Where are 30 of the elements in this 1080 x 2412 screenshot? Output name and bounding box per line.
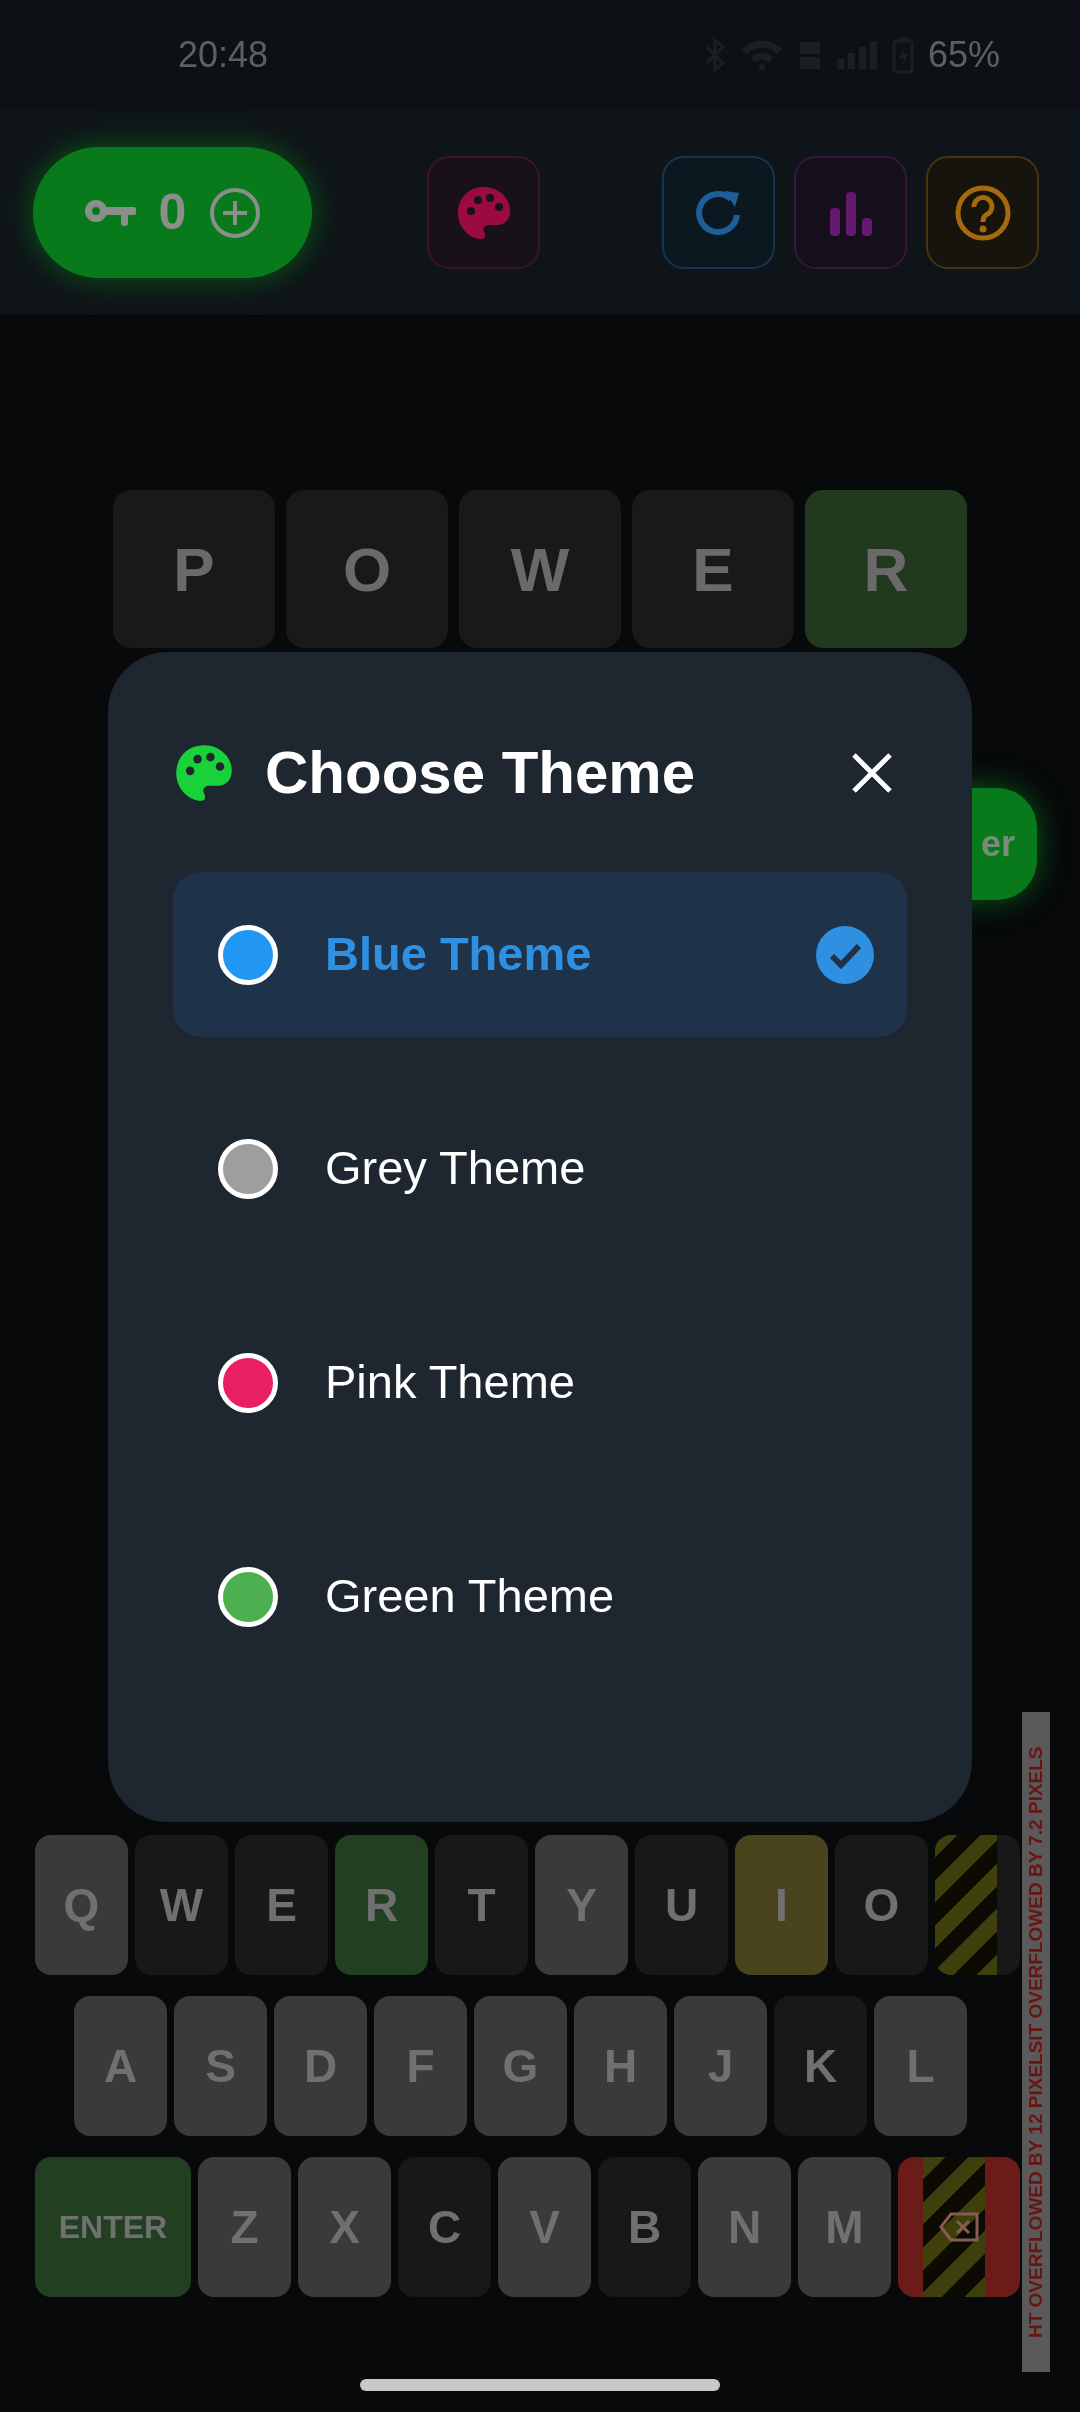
letter-tile: W [459, 490, 621, 648]
letter-tile: O [286, 490, 448, 648]
theme-option[interactable]: Green Theme [173, 1514, 907, 1679]
keys-counter-button[interactable]: 0 [33, 147, 312, 278]
keyboard-key[interactable]: O [835, 1835, 928, 1975]
letter-tile: R [805, 490, 967, 648]
battery-percent: 65% [927, 33, 1000, 77]
keyboard-key[interactable]: R [335, 1835, 428, 1975]
theme-option[interactable]: Grey Theme [173, 1086, 907, 1251]
clock-time: 20:48 [178, 33, 269, 77]
keyboard-key[interactable]: W [135, 1835, 228, 1975]
keyboard-key[interactable]: I [735, 1835, 828, 1975]
enter-key[interactable]: ENTER [35, 2157, 191, 2297]
keyboard-key[interactable]: C [398, 2157, 491, 2297]
letter-tile: P [113, 490, 275, 648]
keyboard-key[interactable]: U [635, 1835, 728, 1975]
theme-label: Pink Theme [325, 1354, 575, 1411]
theme-label: Blue Theme [325, 926, 592, 983]
keys-count: 0 [158, 183, 187, 242]
theme-label: Grey Theme [325, 1140, 586, 1197]
keyboard-key[interactable]: E [235, 1835, 328, 1975]
theme-label: Green Theme [325, 1568, 615, 1625]
letter-tile: E [632, 490, 794, 648]
dialog-title: Choose Theme [265, 738, 696, 808]
keyboard-key[interactable]: K [774, 1996, 867, 2136]
overflow-warning-text: HT OVERFLOWED BY 12 PIXELSIT OVERFLOWED BY 7.2 PIXELS [1023, 1746, 1047, 2338]
keyboard-key[interactable]: B [598, 2157, 691, 2297]
theme-option[interactable]: Pink Theme [173, 1300, 907, 1465]
theme-option[interactable]: Blue Theme [173, 872, 907, 1037]
keyboard-key[interactable]: T [435, 1835, 528, 1975]
